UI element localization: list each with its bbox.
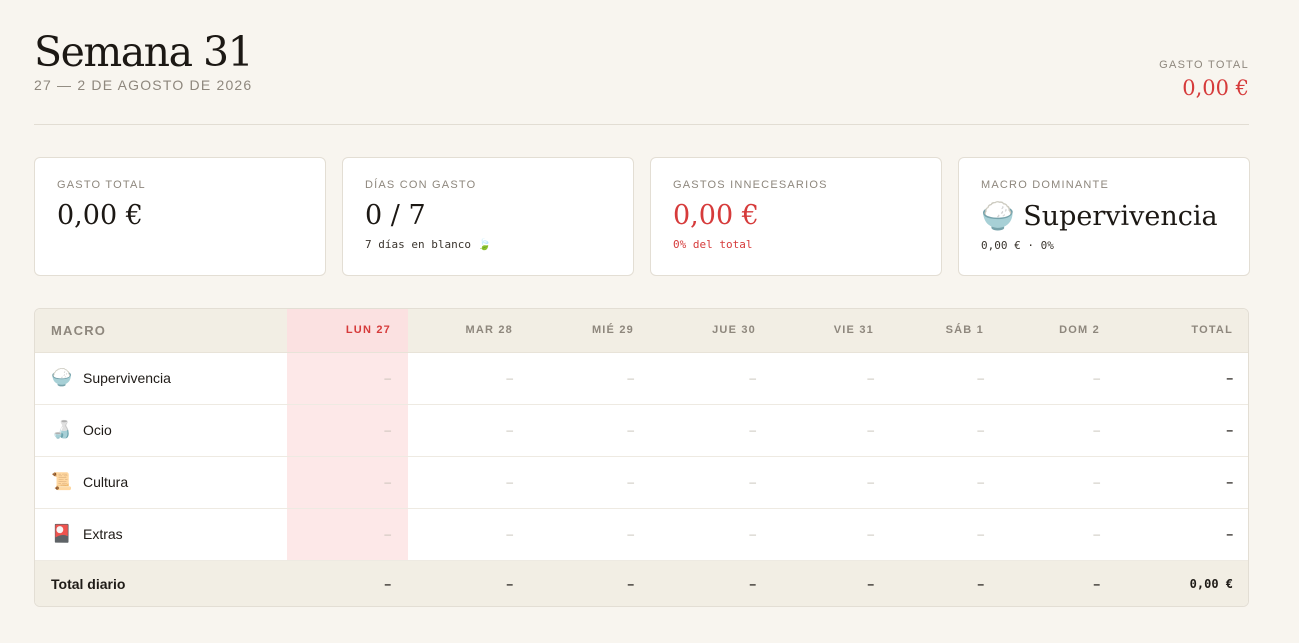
card-days-with-spend: DÍAS CON GASTO 0 / 7 7 días en blanco 🍃 <box>342 157 634 276</box>
table-row: 🎴 Extras – – – – – – – – <box>35 508 1248 561</box>
day-cell[interactable]: – <box>891 404 1001 457</box>
card-label: DÍAS CON GASTO <box>365 179 477 191</box>
day-cell[interactable]: – <box>287 456 408 509</box>
day-cell[interactable]: – <box>530 456 651 509</box>
day-cell[interactable]: – <box>773 456 891 509</box>
day-cell[interactable]: – <box>408 404 530 457</box>
day-cell[interactable]: – <box>287 404 408 457</box>
card-unnecessary-spend: GASTOS INNECESARIOS 0,00 € 0% del total <box>650 157 942 276</box>
day-cell[interactable]: – <box>1001 456 1117 509</box>
day-cell[interactable]: – <box>891 352 1001 405</box>
macro-table: MACRO LUN 27 MAR 28 MIÉ 29 JUE 30 VIE 31… <box>34 308 1249 607</box>
day-cell[interactable]: – <box>651 404 773 457</box>
macro-label: Cultura <box>83 474 129 490</box>
macro-label: Extras <box>83 526 123 542</box>
sake-bottle-icon: 🍶 <box>51 420 73 439</box>
day-cell[interactable]: – <box>530 508 651 561</box>
weekly-summary-page: Semana 31 27 — 2 DE AGOSTO DE 2026 GASTO… <box>34 0 1250 607</box>
daily-total-cell: – <box>651 560 773 606</box>
col-header-macro: MACRO <box>35 309 287 353</box>
col-header-day: DOM 2 <box>1001 309 1117 353</box>
card-label: GASTOS INNECESARIOS <box>673 179 828 191</box>
table-row: 🍚 Supervivencia – – – – – – – – <box>35 352 1248 405</box>
day-cell[interactable]: – <box>891 508 1001 561</box>
day-cell[interactable]: – <box>651 508 773 561</box>
card-label: MACRO DOMINANTE <box>981 179 1109 191</box>
day-cell[interactable]: – <box>287 508 408 561</box>
daily-total-cell: – <box>530 560 651 606</box>
row-total-cell: – <box>1117 404 1248 457</box>
day-cell[interactable]: – <box>530 352 651 405</box>
daily-total-cell: – <box>773 560 891 606</box>
card-sub: 7 días en blanco 🍃 <box>365 238 492 251</box>
row-total-cell: – <box>1117 352 1248 405</box>
day-cell[interactable]: – <box>408 456 530 509</box>
page-title: Semana 31 <box>34 28 254 76</box>
day-cell[interactable]: – <box>773 352 891 405</box>
day-cell[interactable]: – <box>408 508 530 561</box>
row-total-cell: – <box>1117 508 1248 561</box>
stat-cards: GASTO TOTAL 0,00 € DÍAS CON GASTO 0 / 7 … <box>34 157 1250 276</box>
day-cell[interactable]: – <box>1001 352 1117 405</box>
card-dominant-macro: MACRO DOMINANTE 🍚 Supervivencia 0,00 € ·… <box>958 157 1250 276</box>
col-header-day: MIÉ 29 <box>530 309 651 353</box>
day-cell[interactable]: – <box>773 404 891 457</box>
col-header-day: JUE 30 <box>651 309 773 353</box>
day-cell[interactable]: – <box>530 404 651 457</box>
daily-total-cell: – <box>1001 560 1117 606</box>
card-value: 0 / 7 <box>365 200 426 231</box>
table-header-row: MACRO LUN 27 MAR 28 MIÉ 29 JUE 30 VIE 31… <box>35 309 1248 353</box>
daily-total-cell: – <box>891 560 1001 606</box>
day-cell[interactable]: – <box>773 508 891 561</box>
col-header-total: TOTAL <box>1117 309 1248 353</box>
day-cell[interactable]: – <box>891 456 1001 509</box>
macro-name-cell: 🍶 Ocio <box>35 404 287 457</box>
date-range: 27 — 2 DE AGOSTO DE 2026 <box>34 77 253 93</box>
day-cell[interactable]: – <box>287 352 408 405</box>
card-sub: 0% del total <box>673 238 753 251</box>
macro-name-cell: 🍚 Supervivencia <box>35 352 287 405</box>
daily-total-cell: – <box>408 560 530 606</box>
col-header-day: SÁB 1 <box>891 309 1001 353</box>
daily-total-row: Total diario – – – – – – – 0,00 € <box>35 560 1248 606</box>
flower-cards-icon: 🎴 <box>51 524 73 543</box>
header-total-label: GASTO TOTAL <box>1159 59 1249 71</box>
day-cell[interactable]: – <box>651 456 773 509</box>
table-row: 🍶 Ocio – – – – – – – – <box>35 404 1248 457</box>
macro-name-cell: 🎴 Extras <box>35 508 287 561</box>
daily-total-cell: – <box>287 560 408 606</box>
scroll-icon: 📜 <box>51 472 73 491</box>
header-total: GASTO TOTAL 0,00 € <box>1159 59 1249 100</box>
col-header-day: VIE 31 <box>773 309 891 353</box>
header-total-value: 0,00 € <box>1182 76 1249 100</box>
card-value: 0,00 € <box>57 200 143 231</box>
macro-name-cell: 📜 Cultura <box>35 456 287 509</box>
macro-label: Ocio <box>83 422 112 438</box>
day-cell[interactable]: – <box>651 352 773 405</box>
day-cell[interactable]: – <box>1001 404 1117 457</box>
day-cell[interactable]: – <box>408 352 530 405</box>
card-value: 🍚 Supervivencia <box>981 201 1218 232</box>
card-sub: 0,00 € · 0% <box>981 239 1054 252</box>
page-header: Semana 31 27 — 2 DE AGOSTO DE 2026 GASTO… <box>34 0 1249 125</box>
rice-bowl-icon: 🍚 <box>51 368 73 387</box>
day-cell[interactable]: – <box>1001 508 1117 561</box>
col-header-day-today: LUN 27 <box>287 309 408 353</box>
daily-total-label: Total diario <box>35 560 287 606</box>
card-total-spend: GASTO TOTAL 0,00 € <box>34 157 326 276</box>
card-label: GASTO TOTAL <box>57 179 146 191</box>
col-header-day: MAR 28 <box>408 309 530 353</box>
row-total-cell: – <box>1117 456 1248 509</box>
macro-label: Supervivencia <box>83 370 171 386</box>
grand-total-cell: 0,00 € <box>1117 560 1248 606</box>
table-row: 📜 Cultura – – – – – – – – <box>35 456 1248 509</box>
card-value: 0,00 € <box>673 200 759 231</box>
